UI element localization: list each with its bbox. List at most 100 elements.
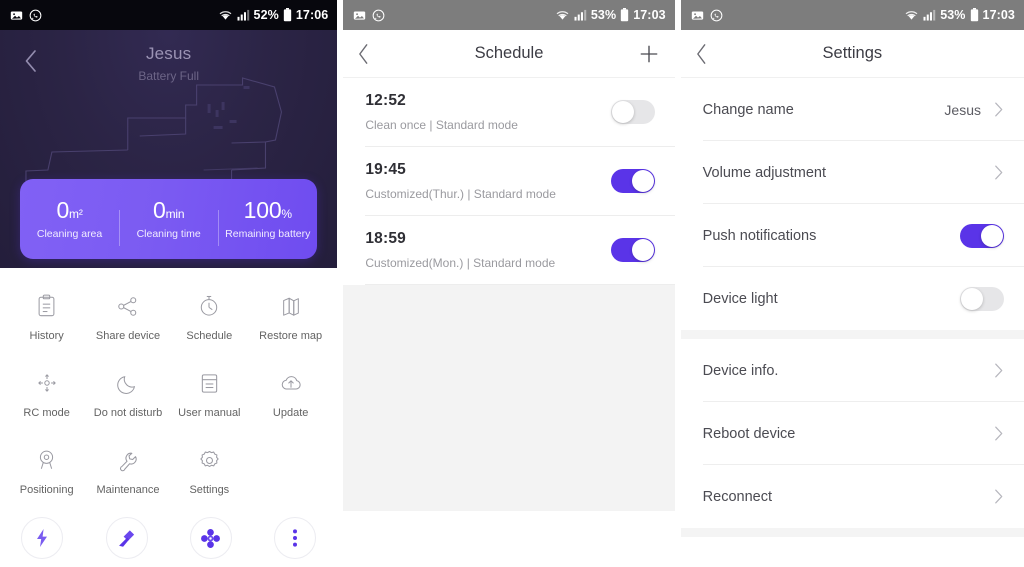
clock-settings: 17:03: [982, 8, 1015, 22]
battery-percent-settings: 53%: [940, 8, 966, 22]
feature-do-not-disturb[interactable]: Do not disturb: [87, 361, 168, 438]
setting-reboot-device[interactable]: Reboot device: [681, 402, 1024, 465]
image-icon: [10, 9, 23, 22]
stat-cleaning-area: 0m² Cleaning area: [20, 198, 119, 240]
push-notifications-toggle[interactable]: [960, 223, 1004, 248]
setting-label: Device light: [702, 290, 778, 307]
schedule-toggle[interactable]: [610, 100, 655, 124]
schedule-item[interactable]: 18:59 Customized(Mon.) | Standard mode: [343, 216, 675, 285]
device-name-title: Jesus: [145, 44, 192, 63]
device-light-toggle[interactable]: [960, 286, 1004, 311]
schedule-item[interactable]: 19:45 Customized(Thur.) | Standard mode: [343, 147, 675, 216]
stopwatch-icon: [198, 291, 220, 321]
feature-label: RC mode: [23, 407, 70, 419]
back-button-schedule[interactable]: [357, 30, 370, 77]
feature-share-device[interactable]: Share device: [87, 284, 168, 361]
setting-value: Jesus: [944, 101, 981, 118]
schedule-empty-area: [343, 285, 675, 511]
setting-label: Reboot device: [702, 425, 796, 442]
battery-percent-home: 52%: [253, 8, 279, 22]
device-status-text: Battery Full: [138, 69, 200, 83]
location-pin-icon: [36, 445, 57, 475]
schedule-time: 12:52: [365, 92, 406, 109]
feature-positioning[interactable]: Positioning: [6, 438, 87, 515]
whatsapp-icon: [29, 9, 42, 22]
screenshot-root: 52% 17:06 Jesus Battery Full 0m² Cleanin…: [0, 0, 1024, 567]
clean-button[interactable]: [84, 517, 168, 559]
signal-icon: [574, 9, 587, 21]
status-bar-indicators: 53% 17:03: [904, 8, 1015, 22]
toggle-knob: [611, 101, 634, 123]
feature-update[interactable]: Update: [250, 361, 331, 438]
more-button[interactable]: [253, 517, 337, 559]
signal-icon: [923, 9, 936, 21]
setting-volume-adjustment[interactable]: Volume adjustment: [681, 141, 1024, 204]
battery-percent-schedule: 53%: [590, 8, 617, 22]
feature-maintenance[interactable]: Maintenance: [87, 438, 168, 515]
schedule-item-text: 19:45 Customized(Thur.) | Standard mode: [365, 161, 556, 201]
action-bar: [0, 517, 337, 559]
feature-label: Update: [272, 407, 309, 419]
status-bar-indicators: 52% 17:06: [218, 8, 329, 22]
feature-rc-mode[interactable]: RC mode: [6, 361, 87, 438]
schedule-time: 18:59: [365, 230, 406, 247]
page-title-schedule: Schedule: [474, 44, 544, 62]
stat-remaining-battery: 100% Remaining battery: [218, 196, 317, 247]
setting-label: Volume adjustment: [702, 164, 826, 181]
chevron-right-icon: [994, 425, 1004, 442]
wifi-icon: [555, 9, 570, 21]
fan-icon: [189, 517, 232, 559]
feature-label: Do not disturb: [93, 407, 163, 419]
app-bar-settings: Settings: [680, 30, 1024, 78]
setting-label: Change name: [702, 101, 794, 118]
whatsapp-icon: [710, 9, 723, 22]
feature-grid: History Share device Schedule Restore ma…: [0, 268, 337, 515]
battery-icon: [283, 8, 292, 22]
feature-restore-map[interactable]: Restore map: [250, 284, 331, 361]
schedule-toggle[interactable]: [610, 169, 655, 193]
charge-button[interactable]: [0, 517, 84, 559]
setting-push-notifications[interactable]: Push notifications: [681, 204, 1024, 267]
image-icon: [353, 9, 366, 22]
toggle-knob: [631, 239, 654, 261]
schedule-toggle[interactable]: [610, 238, 655, 262]
chevron-left-icon: [359, 43, 368, 64]
settings-bottom-divider: [680, 528, 1024, 537]
robot-map-area[interactable]: Jesus Battery Full 0m² Cleaning area 0mi…: [0, 30, 338, 268]
setting-device-light[interactable]: Device light: [681, 267, 1024, 330]
setting-change-name[interactable]: Change name Jesus: [681, 78, 1024, 141]
setting-label: Push notifications: [702, 227, 817, 244]
feature-history[interactable]: History: [6, 284, 87, 361]
setting-reconnect[interactable]: Reconnect: [681, 465, 1024, 528]
status-bar-indicators: 53% 17:03: [555, 8, 666, 22]
feature-label: Positioning: [19, 484, 74, 496]
feature-label: Restore map: [259, 330, 323, 342]
share-icon: [116, 291, 139, 321]
three-dots-icon: [274, 517, 317, 559]
setting-device-info[interactable]: Device info.: [681, 339, 1024, 402]
status-bar-home: 52% 17:06: [0, 0, 338, 30]
settings-group-primary: Change name Jesus Volume adjustment Push…: [680, 78, 1024, 330]
wrench-icon: [116, 445, 139, 475]
clock-schedule: 17:03: [633, 8, 666, 22]
chevron-right-icon: [994, 164, 1004, 181]
feature-settings[interactable]: Settings: [169, 438, 250, 515]
stat-label: Remaining battery: [225, 228, 311, 241]
stat-value: 100: [243, 196, 282, 223]
back-button-settings[interactable]: [695, 30, 708, 77]
stat-value: 0: [56, 196, 70, 223]
phone-screen-settings: 53% 17:03 Settings Change name Jesus Vol…: [680, 0, 1024, 567]
app-bar-schedule: Schedule: [343, 30, 675, 78]
fan-button[interactable]: [169, 517, 253, 559]
battery-icon: [970, 8, 979, 22]
schedule-desc: Customized(Thur.) | Standard mode: [365, 187, 556, 201]
status-bar-notifications: [691, 9, 723, 22]
feature-label: Maintenance: [96, 484, 160, 496]
settings-group-secondary: Device info. Reboot device Reconnect: [680, 339, 1024, 528]
feature-schedule[interactable]: Schedule: [169, 284, 250, 361]
add-schedule-button[interactable]: [639, 30, 659, 77]
settings-section-divider: [680, 330, 1024, 339]
schedule-item[interactable]: 12:52 Clean once | Standard mode: [343, 78, 675, 147]
feature-user-manual[interactable]: User manual: [169, 361, 250, 438]
clock-home: 17:06: [295, 8, 329, 22]
